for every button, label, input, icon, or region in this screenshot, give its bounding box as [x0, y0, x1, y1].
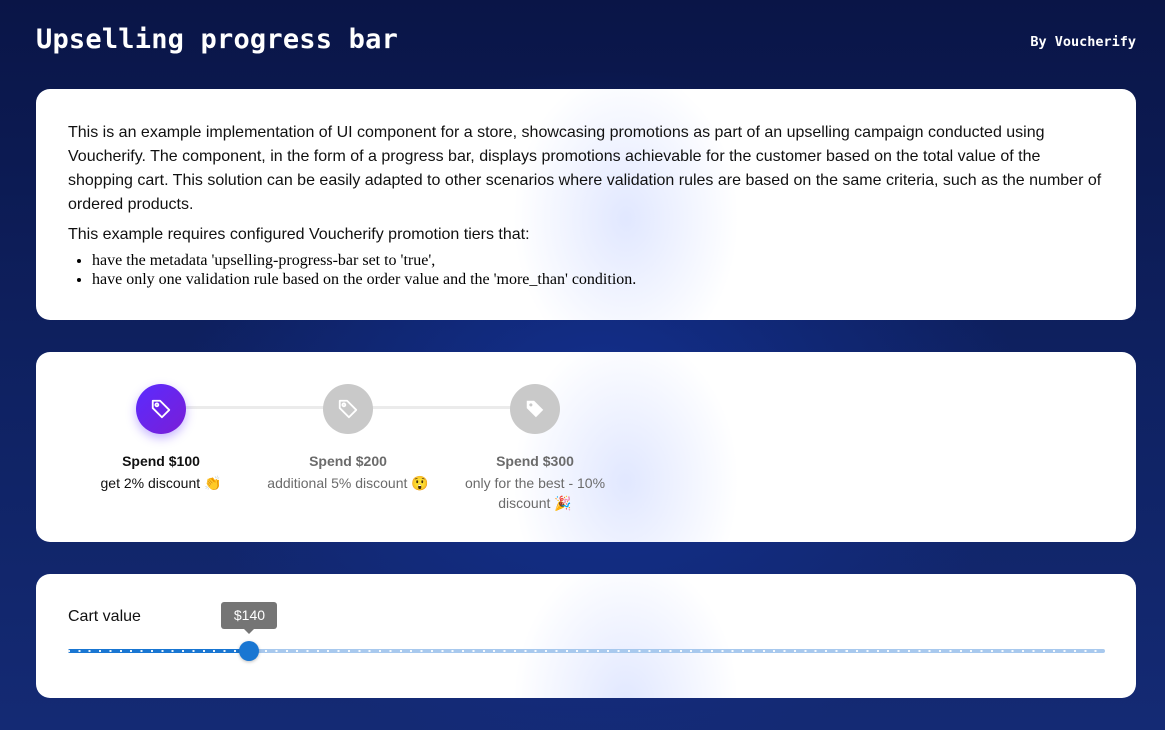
tier-description: get 2% discount 👏 [100, 475, 222, 491]
tag-filled-icon [526, 400, 544, 418]
tier-icon-badge [323, 384, 373, 434]
requirements-list: have the metadata 'upselling-progress-ba… [68, 251, 1104, 289]
tier-spend-200: Spend $200 additional 5% discount 😲 [253, 384, 443, 493]
tag-outline-icon [151, 399, 171, 419]
tier-emoji: 🎉 [554, 495, 572, 511]
page-header: Upselling progress bar By Voucherify [36, 24, 1136, 60]
tier-spend-100: Spend $100 get 2% discount 👏 [66, 384, 256, 493]
tier-title: Spend $100 [122, 453, 200, 469]
tier-description: only for the best - 10% discount 🎉 [464, 475, 606, 511]
page-title: Upselling progress bar [36, 24, 399, 55]
tier-title: Spend $300 [496, 453, 574, 469]
intro-paragraph: This is an example implementation of UI … [68, 124, 1102, 213]
promotion-tiers-card: Spend $100 get 2% discount 👏 Spend $200 … [36, 352, 1136, 542]
tier-icon-badge [510, 384, 560, 434]
slider-marks [68, 650, 1105, 652]
cart-value-slider[interactable]: $140 [68, 602, 1105, 661]
tier-spend-300: Spend $300 only for the best - 10% disco… [440, 384, 630, 513]
tag-outline-icon [338, 399, 358, 419]
tier-title: Spend $200 [309, 453, 387, 469]
tier-description: additional 5% discount 😲 [267, 475, 429, 491]
tier-emoji: 👏 [204, 475, 222, 491]
list-item: have the metadata 'upselling-progress-ba… [92, 251, 1104, 270]
cart-value-label: Cart value [68, 608, 141, 625]
slider-value-tooltip: $140 [221, 602, 278, 634]
requirements-intro: This example requires configured Voucher… [68, 226, 530, 243]
tier-icon-badge [136, 384, 186, 434]
byline: By Voucherify [1030, 34, 1136, 50]
cart-value-card: Cart value $140 [36, 574, 1136, 698]
slider-thumb[interactable] [239, 641, 260, 661]
description-card: This is an example implementation of UI … [36, 89, 1136, 320]
list-item: have only one validation rule based on t… [92, 270, 1104, 289]
tier-emoji: 😲 [411, 475, 429, 491]
